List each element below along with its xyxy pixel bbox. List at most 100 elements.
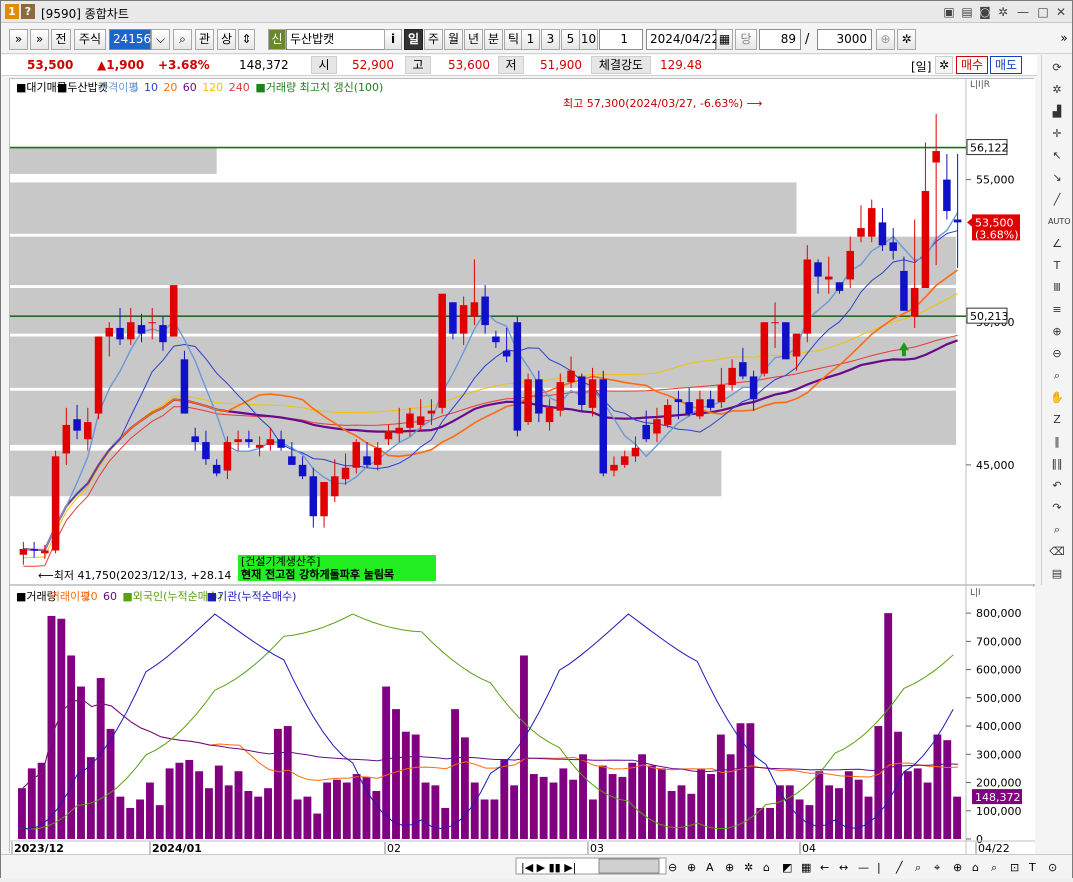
zoom-in-icon[interactable]: ⊕ bbox=[1048, 323, 1066, 341]
redo-icon[interactable]: ↷ bbox=[1048, 499, 1066, 517]
expand-button[interactable]: » bbox=[9, 29, 28, 50]
nav-tool-icon[interactable]: ⌕ bbox=[991, 861, 997, 874]
period-month[interactable]: 월 bbox=[444, 29, 463, 50]
angle-icon[interactable]: ∠ bbox=[1048, 235, 1066, 253]
nav-tool-icon[interactable]: ⊕ bbox=[687, 861, 696, 874]
gwan-button[interactable]: 관 bbox=[195, 29, 214, 50]
period-day[interactable]: 일 bbox=[404, 29, 423, 50]
nav-tool-icon[interactable]: ⌖ bbox=[934, 861, 940, 874]
jeon-button[interactable]: 전 bbox=[51, 29, 71, 50]
zoom-icon[interactable]: ⊕ bbox=[876, 29, 895, 50]
volume-bar bbox=[579, 754, 587, 839]
camera-icon[interactable]: ◙ bbox=[977, 4, 993, 20]
indicator-icon[interactable]: ▟ bbox=[1048, 103, 1066, 121]
channel-icon[interactable]: ≡ bbox=[1048, 301, 1066, 319]
info-button[interactable]: i bbox=[384, 29, 402, 50]
price-volume-chart[interactable]: 55,00050,00045,00056,12250,21353,500(3.6… bbox=[10, 79, 1035, 855]
bars-icon[interactable]: ‖‖ bbox=[1048, 455, 1066, 473]
maximize-icon[interactable]: □ bbox=[1035, 4, 1051, 20]
text-icon[interactable]: T bbox=[1048, 257, 1066, 275]
legend-ma240: 240 bbox=[229, 81, 250, 94]
nav-tool-icon[interactable]: ⌂ bbox=[763, 861, 770, 874]
refresh-icon[interactable]: ⟳ bbox=[1048, 59, 1066, 77]
volume-bar bbox=[77, 686, 85, 839]
period-week[interactable]: 주 bbox=[424, 29, 443, 50]
nav-tool-icon[interactable]: ⊙ bbox=[1048, 861, 1057, 874]
nav-tool-icon[interactable]: ⊖ bbox=[668, 861, 677, 874]
sang-button[interactable]: 상 bbox=[217, 29, 236, 50]
interval-count-select[interactable]: 1 bbox=[599, 29, 643, 50]
gear-icon[interactable]: ✲ bbox=[995, 4, 1011, 20]
settings-icon[interactable]: ✲ bbox=[897, 29, 916, 50]
interval-5[interactable]: 5 bbox=[561, 29, 580, 50]
candle-body bbox=[620, 456, 629, 465]
panel-expand-icon[interactable]: » bbox=[1057, 29, 1071, 50]
nav-tool-icon[interactable]: T bbox=[1028, 861, 1036, 874]
window-number-badge[interactable]: 1 bbox=[5, 4, 19, 19]
volume-bar bbox=[913, 768, 922, 839]
zigzag-icon[interactable]: Z bbox=[1048, 411, 1066, 429]
nav-tool-icon[interactable]: — bbox=[858, 861, 869, 874]
chart-area[interactable]: 55,00050,00045,00056,12250,21353,500(3.6… bbox=[9, 78, 1035, 855]
stock-type-select[interactable]: 주식 bbox=[74, 29, 106, 50]
quote-settings-icon[interactable]: ✲ bbox=[935, 56, 953, 74]
search-icon[interactable]: ⌕ bbox=[173, 29, 192, 50]
pointer-icon[interactable]: ↖ bbox=[1048, 147, 1066, 165]
stock-code-input[interactable]: 241560 bbox=[109, 29, 159, 50]
interval-3[interactable]: 3 bbox=[541, 29, 560, 50]
buy-button[interactable]: 매수 bbox=[956, 56, 988, 74]
pin-icon[interactable]: ▣ bbox=[941, 4, 957, 20]
copy-icon[interactable]: ▤ bbox=[959, 4, 975, 20]
period-minute[interactable]: 분 bbox=[484, 29, 503, 50]
nav-tool-icon[interactable]: ⌕ bbox=[915, 861, 921, 874]
nav-tool-icon[interactable]: ⊡ bbox=[1010, 861, 1019, 874]
trendline-icon[interactable]: ╱ bbox=[1048, 191, 1066, 209]
scrollbar-thumb[interactable] bbox=[598, 858, 660, 874]
hand-icon[interactable]: ✋ bbox=[1048, 389, 1066, 407]
nav-tool-icon[interactable]: ⌂ bbox=[972, 861, 979, 874]
magnify-icon[interactable]: ⌕ bbox=[1048, 367, 1066, 385]
marker-icon[interactable]: ↘ bbox=[1048, 169, 1066, 187]
scroll-left-icon[interactable]: |◀ ▶ ▮▮ ▶| bbox=[521, 861, 576, 874]
crosshair-icon[interactable]: ✛ bbox=[1048, 125, 1066, 143]
nav-tool-icon[interactable]: A bbox=[706, 861, 714, 874]
date-input[interactable]: 2024/04/22 bbox=[646, 29, 719, 50]
collapse-button[interactable]: » bbox=[30, 29, 49, 50]
nav-tool-icon[interactable]: ↔ bbox=[839, 861, 848, 874]
eraser-icon[interactable]: ⌫ bbox=[1048, 543, 1066, 561]
nav-tool-icon[interactable]: ⊕ bbox=[953, 861, 962, 874]
calendar-icon[interactable]: ▦ bbox=[716, 29, 733, 50]
interval-10[interactable]: 10 bbox=[579, 29, 598, 50]
sort-arrows-icon[interactable]: ⇕ bbox=[238, 29, 255, 50]
strength-label: 체결강도 bbox=[591, 56, 651, 74]
navigation-controls[interactable]: |◀ ▶ ▮▮ ▶| ⊖ ⊕ A ⊕ ✲ ⌂ ◩ ▦ ← ↔ — | ╱ ⌕ ⌖ ⊕ ⌂ ⌕ ⊡ T ⊙ bbox=[1, 855, 1072, 879]
save-icon[interactable]: ▤ bbox=[1048, 565, 1066, 583]
undo-icon[interactable]: ↶ bbox=[1048, 477, 1066, 495]
nav-tool-icon[interactable]: ▦ bbox=[801, 861, 811, 874]
gear-icon[interactable]: ✲ bbox=[1048, 81, 1066, 99]
zoom-out-icon[interactable]: ⊖ bbox=[1048, 345, 1066, 363]
total-bars-input[interactable]: 3000 bbox=[817, 29, 872, 50]
sin-badge[interactable]: 신 bbox=[268, 29, 286, 50]
nav-tool-icon[interactable]: ╱ bbox=[895, 860, 904, 874]
minimize-icon[interactable]: — bbox=[1015, 4, 1031, 20]
fibonacci-icon[interactable]: Ⅲ bbox=[1048, 279, 1066, 297]
auto-icon[interactable]: AUTO bbox=[1048, 213, 1071, 231]
sell-button[interactable]: 매도 bbox=[990, 56, 1022, 74]
help-button[interactable]: ? bbox=[21, 4, 35, 19]
stock-name-field[interactable]: 두산밥캣 bbox=[286, 29, 396, 50]
nav-tool-icon[interactable]: ✲ bbox=[744, 861, 753, 874]
dang-button[interactable]: 당 bbox=[735, 29, 757, 50]
nav-tool-icon[interactable]: | bbox=[877, 861, 881, 874]
search-icon[interactable]: ⌕ bbox=[1048, 521, 1066, 539]
vertical-lines-icon[interactable]: ‖ bbox=[1048, 433, 1066, 451]
nav-tool-icon[interactable]: ⊕ bbox=[725, 861, 734, 874]
nav-tool-icon[interactable]: ← bbox=[820, 861, 829, 874]
close-icon[interactable]: ✕ bbox=[1053, 4, 1069, 20]
nav-tool-icon[interactable]: ◩ bbox=[782, 861, 792, 874]
volume-bar bbox=[638, 754, 647, 839]
period-year[interactable]: 년 bbox=[464, 29, 483, 50]
visible-bars-input[interactable]: 89 bbox=[759, 29, 801, 50]
code-dropdown-icon[interactable]: ⌵ bbox=[151, 29, 170, 50]
interval-1[interactable]: 1 bbox=[521, 29, 540, 50]
